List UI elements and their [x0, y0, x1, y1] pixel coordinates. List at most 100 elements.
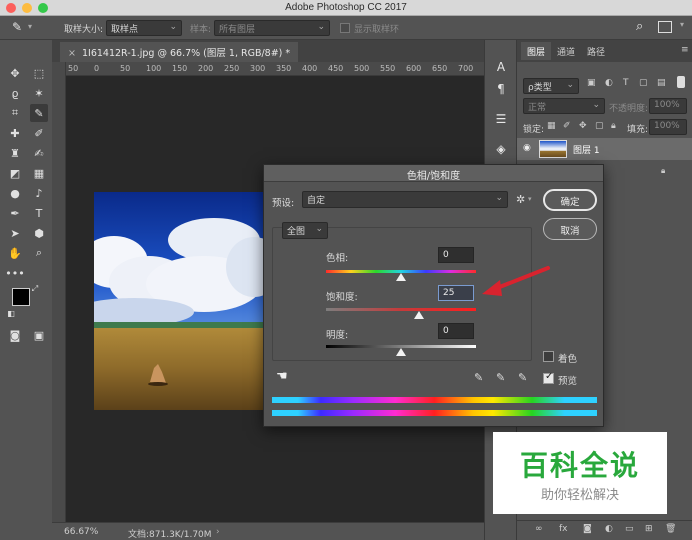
type-tool-icon[interactable]: T — [30, 204, 48, 222]
cancel-button[interactable]: 取消 — [543, 218, 597, 240]
preset-select[interactable]: 自定 ⌄ — [302, 191, 508, 208]
status-menu-arrow-icon[interactable]: › — [216, 527, 220, 537]
chevron-down-icon[interactable]: ▾ — [28, 22, 32, 31]
delete-layer-icon[interactable]: 🗑︎ — [665, 524, 676, 534]
saturation-input[interactable]: 25 — [438, 285, 474, 301]
sample-size-select[interactable]: 取样点 ⌄ — [106, 20, 182, 36]
gradient-tool-icon[interactable]: ▦ — [30, 164, 48, 182]
opacity-input[interactable]: 100% — [649, 98, 687, 114]
tab-paths[interactable]: 路径 — [581, 42, 611, 60]
history-brush-tool-icon[interactable]: ✍ — [30, 144, 48, 162]
chevron-down-icon[interactable]: ▾ — [528, 195, 532, 203]
eyedropper-tool-preset-icon[interactable]: ✎ — [12, 20, 22, 34]
lightness-input[interactable]: 0 — [438, 323, 474, 339]
new-group-icon[interactable]: ▭ — [625, 524, 634, 534]
hand-tool-icon[interactable]: ✋ — [6, 244, 24, 262]
visibility-eye-icon[interactable]: ◉ — [523, 143, 531, 153]
paragraph-panel-icon[interactable]: ¶ — [493, 82, 509, 98]
hue-input[interactable]: 0 — [438, 247, 474, 263]
sample-size-label: 取样大小: — [64, 25, 104, 35]
layer-name[interactable]: 图层 1 — [573, 143, 600, 156]
hue-slider-thumb[interactable] — [396, 273, 406, 281]
chevron-down-icon[interactable]: ▾ — [680, 20, 684, 29]
lock-image-pixels-icon[interactable]: ✐ — [563, 121, 571, 131]
blend-mode-select[interactable]: 正常 ⌄ — [523, 98, 605, 114]
marquee-tool-icon[interactable]: ⬚ — [30, 64, 48, 82]
brush-tool-icon[interactable]: ✐ — [30, 124, 48, 142]
pen-tool-icon[interactable]: ✒ — [6, 204, 24, 222]
blur-tool-icon[interactable]: ● — [6, 184, 24, 202]
clone-stamp-tool-icon[interactable]: ♜ — [6, 144, 24, 162]
new-layer-icon[interactable]: ⊞ — [645, 524, 653, 534]
tab-layers[interactable]: 图层 — [521, 42, 552, 60]
foreground-color-swatch[interactable] — [12, 288, 30, 306]
swap-colors-icon[interactable]: ⤢ — [30, 284, 40, 294]
quick-mask-icon[interactable]: ◙ — [6, 326, 24, 344]
lightness-slider-thumb[interactable] — [396, 348, 406, 356]
eraser-tool-icon[interactable]: ◩ — [6, 164, 24, 182]
lasso-tool-icon[interactable]: ϱ — [6, 84, 24, 102]
zoom-tool-icon[interactable]: ⌕ — [30, 244, 48, 262]
filter-type-icon[interactable]: T — [623, 78, 629, 88]
colorize-label: 着色 — [558, 354, 578, 365]
output-color-bar — [272, 410, 597, 416]
link-layers-icon[interactable]: ∞ — [535, 524, 543, 534]
channel-select[interactable]: 全图 ⌄ — [282, 222, 328, 239]
show-sampling-ring-checkbox[interactable] — [340, 23, 350, 33]
dialog-title[interactable]: 色相/饱和度 — [264, 165, 603, 182]
panel-menu-icon[interactable]: ≡ — [681, 45, 689, 55]
more-tools-icon[interactable]: ••• — [5, 264, 24, 282]
lock-artboard-icon[interactable]: ▢ — [595, 121, 604, 131]
document-image[interactable] — [94, 192, 266, 410]
lock-all-icon[interactable]: 🔒︎ — [611, 121, 616, 131]
screen-mode-icon[interactable]: ▣ — [30, 326, 48, 344]
move-tool-icon[interactable]: ✥ — [6, 64, 24, 82]
adjustment-layer-icon[interactable]: ◐ — [605, 524, 613, 534]
add-mask-icon[interactable]: ◙ — [583, 524, 592, 534]
workspace-icon[interactable] — [658, 21, 672, 33]
on-image-adjust-hand-icon[interactable]: ☚ — [276, 369, 288, 384]
document-tab[interactable]: × 1I61412R-1.jpg @ 66.7% (图层 1, RGB/8#) * — [60, 42, 299, 62]
search-icon[interactable]: ⌕ — [636, 19, 643, 34]
magic-wand-tool-icon[interactable]: ✶ — [30, 84, 48, 102]
filter-image-icon[interactable]: ▣ — [587, 78, 596, 88]
saturation-slider-thumb[interactable] — [414, 311, 424, 319]
filter-adjustment-icon[interactable]: ◐ — [605, 78, 613, 88]
filter-toggle-icon[interactable] — [677, 76, 685, 88]
ruler-tick-label: 100 — [146, 64, 162, 73]
filter-smart-object-icon[interactable]: ▤ — [657, 78, 666, 88]
eyedropper-icon[interactable]: ✎ — [474, 371, 483, 384]
healing-brush-tool-icon[interactable]: ✚ — [6, 124, 24, 142]
default-colors-icon[interactable]: ◧ — [6, 308, 16, 318]
preset-options-gear-icon[interactable]: ✲ — [516, 193, 525, 206]
dodge-tool-icon[interactable]: ♪ — [30, 184, 48, 202]
character-panel-icon[interactable]: A — [493, 60, 509, 76]
layer-filter-select[interactable]: ρ类型 ⌄ — [523, 78, 579, 94]
eyedropper-minus-icon[interactable]: ✎ — [518, 371, 527, 384]
vertical-ruler[interactable] — [52, 62, 66, 522]
preset-value: 自定 — [307, 196, 326, 206]
colorize-checkbox[interactable] — [543, 351, 554, 362]
fill-input[interactable]: 100% — [649, 119, 687, 135]
filter-shape-icon[interactable]: ▢ — [639, 78, 648, 88]
layer-row[interactable]: ◉ 图层 1 — [517, 138, 692, 160]
layer-style-icon[interactable]: fx — [559, 524, 568, 534]
preview-checkbox[interactable]: ✓ — [543, 371, 554, 384]
tab-channels[interactable]: 通道 — [551, 42, 581, 60]
lock-transparent-pixels-icon[interactable]: ▦ — [547, 121, 556, 131]
lock-position-icon[interactable]: ✥ — [579, 121, 587, 131]
zoom-level[interactable]: 66.67% — [64, 527, 98, 537]
close-tab-icon[interactable]: × — [68, 48, 76, 59]
horizontal-ruler[interactable]: 50 0 50 100 150 200 250 300 350 400 450 500 550 600 65… — [66, 62, 525, 76]
channels-panel-icon[interactable]: ◈ — [493, 142, 509, 158]
crop-tool-icon[interactable]: ⌗ — [6, 104, 24, 122]
path-selection-tool-icon[interactable]: ➤ — [6, 224, 24, 242]
eyedropper-plus-icon[interactable]: ✎ — [496, 371, 505, 384]
hue-saturation-dialog: 色相/饱和度 预设: 自定 ⌄ ✲ ▾ 确定 取消 全图 ⌄ 色相: 0 饱和度: … — [263, 164, 604, 427]
ok-button[interactable]: 确定 — [543, 189, 597, 211]
shape-tool-icon[interactable]: ⬢ — [30, 224, 48, 242]
sample-select[interactable]: 所有图层 ⌄ — [214, 20, 330, 36]
eyedropper-tool-icon[interactable]: ✎ — [30, 104, 48, 122]
document-tab-title: 1I61412R-1.jpg @ 66.7% (图层 1, RGB/8#) * — [81, 48, 291, 59]
layers-panel-icon[interactable]: ☰ — [493, 112, 509, 128]
